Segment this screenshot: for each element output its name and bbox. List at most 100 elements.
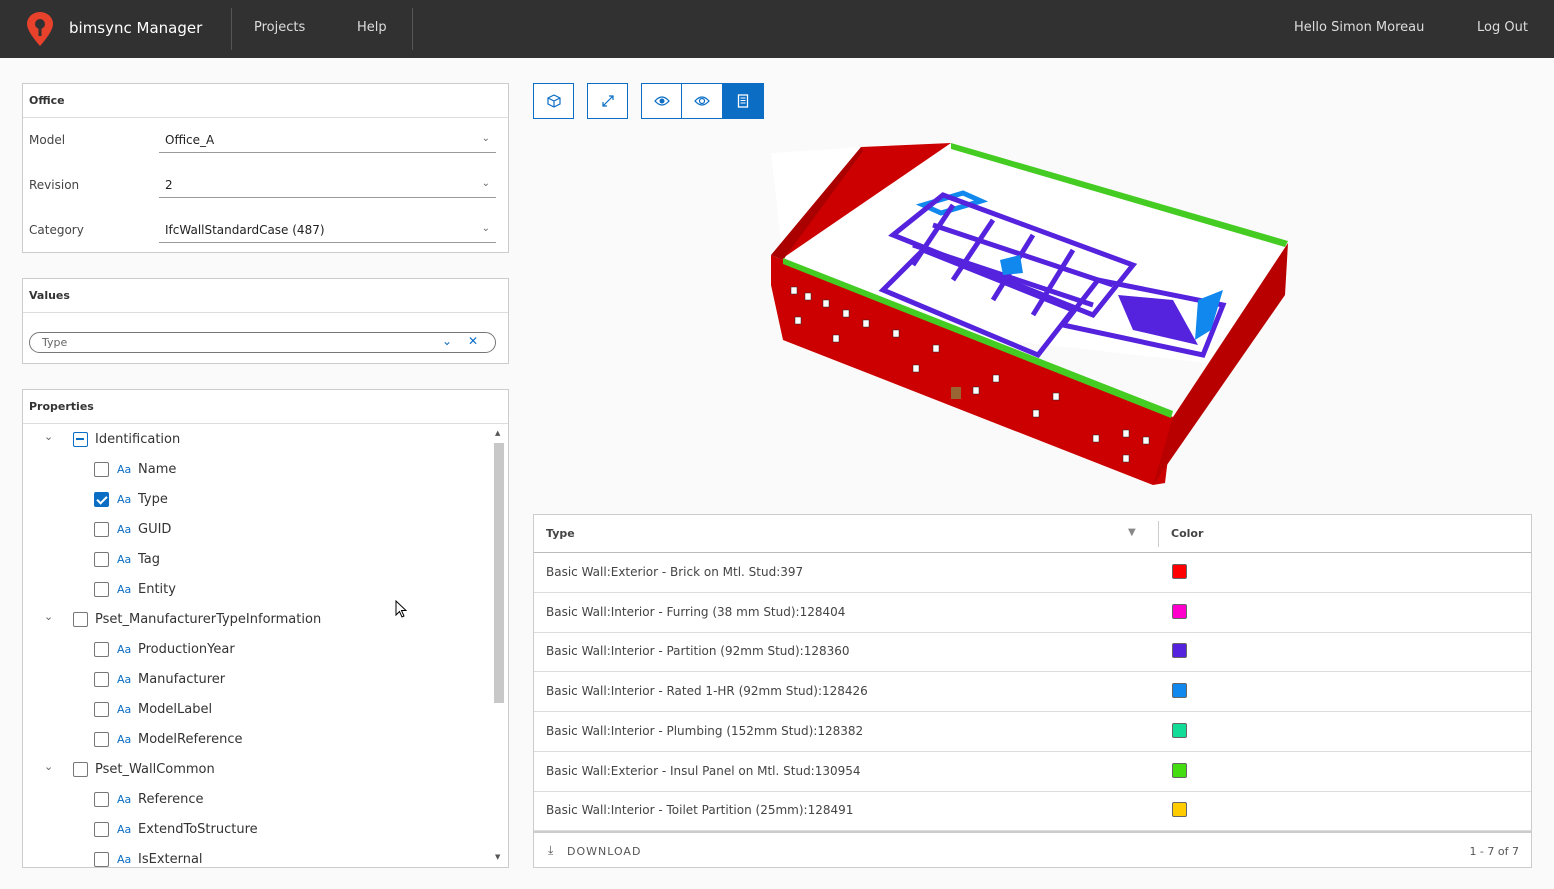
expand-toggle-icon[interactable]: ⌄ [44,760,53,773]
office-panel: Office Model Office_A ⌄ Revision 2 ⌄ Cat… [22,83,509,253]
color-swatch[interactable] [1172,802,1187,818]
property-checkbox[interactable] [94,702,109,717]
revision-value: 2 [165,178,173,192]
property-checkbox[interactable] [94,492,109,507]
filter-icon[interactable]: ▼ [1128,527,1136,538]
row-type-cell: Basic Wall:Interior - Plumbing (152mm St… [546,723,864,738]
cube-view-button[interactable] [533,83,574,119]
tree-item-row[interactable]: Aa IsExternal [23,845,483,868]
table-row[interactable]: Basic Wall:Interior - Partition (92mm St… [534,632,1531,673]
mouse-cursor-icon [395,600,408,618]
expand-toggle-icon[interactable]: ⌄ [44,430,53,443]
property-checkbox[interactable] [94,522,109,537]
tree-item-label: ExtendToStructure [138,822,258,837]
category-select[interactable]: IfcWallStandardCase (487) ⌄ [159,219,496,243]
tree-group-row[interactable]: ⌄ Identification [23,425,483,455]
scroll-thumb[interactable] [494,443,504,703]
nav-projects-link[interactable]: Projects [254,20,305,35]
table-row[interactable]: Basic Wall:Exterior - Brick on Mtl. Stud… [534,553,1531,593]
category-value: IfcWallStandardCase (487) [165,223,325,237]
properties-panel: Properties ⌄ Identification Aa Name Aa Type Aa… [22,389,509,868]
tree-item-row[interactable]: Aa Name [23,455,483,485]
model-label: Model [29,133,66,147]
table-row[interactable]: Basic Wall:Interior - Plumbing (152mm St… [534,712,1531,752]
tree-group-label: Identification [95,432,181,447]
row-type-cell: Basic Wall:Exterior - Brick on Mtl. Stud… [546,565,804,579]
tree-item-row[interactable]: Aa ExtendToStructure [23,815,483,845]
tree-item-label: Type [138,492,168,507]
property-checkbox[interactable] [94,852,109,867]
tree-item-row[interactable]: Aa ModelReference [23,725,483,755]
color-swatch[interactable] [1172,603,1187,619]
tree-group-row[interactable]: ⌄ Pset_WallCommon [23,755,483,785]
fullscreen-button[interactable] [587,83,628,119]
app-name[interactable]: bimsync Manager [69,19,202,37]
property-checkbox[interactable] [94,822,109,837]
bimsync-logo[interactable] [26,11,54,47]
property-checkbox[interactable] [94,552,109,567]
category-field: Category IfcWallStandardCase (487) ⌄ [29,219,499,243]
nav-help-link[interactable]: Help [357,20,387,35]
scroll-down-arrow[interactable]: ▼ [495,853,500,861]
table-row[interactable]: Basic Wall:Exterior - Insul Panel on Mtl… [534,752,1531,792]
table-button[interactable] [723,83,764,119]
logout-link[interactable]: Log Out [1477,20,1528,35]
values-panel: Values Type ⌄ ✕ [22,278,509,364]
color-swatch[interactable] [1172,683,1187,699]
tree-item-row[interactable]: Aa Tag [23,545,483,575]
expand-toggle-icon[interactable]: ⌄ [44,610,53,623]
tree-item-row[interactable]: Aa ModelLabel [23,695,483,725]
tree-item-row[interactable]: Aa GUID [23,515,483,545]
office-panel-title: Office [23,84,508,118]
color-swatch[interactable] [1172,564,1187,579]
text-type-icon: Aa [117,523,132,536]
download-icon[interactable]: ⤓ [548,843,553,858]
values-select[interactable]: Type ⌄ ✕ [29,332,496,353]
revision-label: Revision [29,178,80,192]
nav-divider [412,8,413,50]
text-type-icon: Aa [117,463,132,476]
tree-item-row[interactable]: Aa Reference [23,785,483,815]
property-checkbox[interactable] [94,792,109,807]
tree-item-row[interactable]: Aa Entity [23,575,483,605]
user-greeting[interactable]: Hello Simon Moreau [1294,20,1424,35]
color-swatch[interactable] [1172,643,1187,659]
entrance-door [951,387,961,399]
tree-group-row[interactable]: ⌄ Pset_ManufacturerTypeInformation [23,605,483,635]
3d-model-viewer[interactable] [533,125,1532,505]
tree-item-label: ProductionYear [138,642,235,657]
group-checkbox[interactable] [73,762,88,777]
model-select[interactable]: Office_A ⌄ [159,129,496,153]
hide-button[interactable] [682,83,723,119]
text-type-icon: Aa [117,493,132,506]
table-row[interactable]: Basic Wall:Interior - Furring (38 mm Stu… [534,593,1531,633]
chevron-down-icon[interactable]: ⌄ [442,334,452,348]
properties-scrollbar[interactable]: ▲ ▼ [494,427,506,867]
tree-item-row[interactable]: Aa Manufacturer [23,665,483,695]
tree-item-label: IsExternal [138,852,203,867]
building-model [771,143,1288,485]
clear-icon[interactable]: ✕ [468,334,478,348]
group-checkbox[interactable] [73,432,88,447]
scroll-up-arrow[interactable]: ▲ [495,429,500,437]
property-checkbox[interactable] [94,672,109,687]
color-swatch[interactable] [1172,722,1187,738]
group-checkbox[interactable] [73,612,88,627]
viewer-toolbar-group-1 [533,83,574,119]
property-checkbox[interactable] [94,642,109,657]
property-checkbox[interactable] [94,582,109,597]
property-checkbox[interactable] [94,732,109,747]
color-swatch[interactable] [1172,762,1187,778]
table-row[interactable]: Basic Wall:Interior - Toilet Partition (… [534,791,1531,832]
show-button[interactable] [641,83,682,119]
table-row[interactable]: Basic Wall:Interior - Rated 1-HR (92mm S… [534,672,1531,713]
column-divider[interactable] [1158,521,1159,547]
tree-group-label: Pset_ManufacturerTypeInformation [95,612,322,627]
download-button[interactable]: DOWNLOAD [567,845,641,858]
tree-item-row[interactable]: Aa ProductionYear [23,635,483,665]
revision-select[interactable]: 2 ⌄ [159,174,496,198]
property-checkbox[interactable] [94,462,109,477]
column-header-color[interactable]: Color [1171,527,1203,540]
tree-item-row[interactable]: Aa Type [23,485,483,515]
column-header-type[interactable]: Type [546,527,575,540]
